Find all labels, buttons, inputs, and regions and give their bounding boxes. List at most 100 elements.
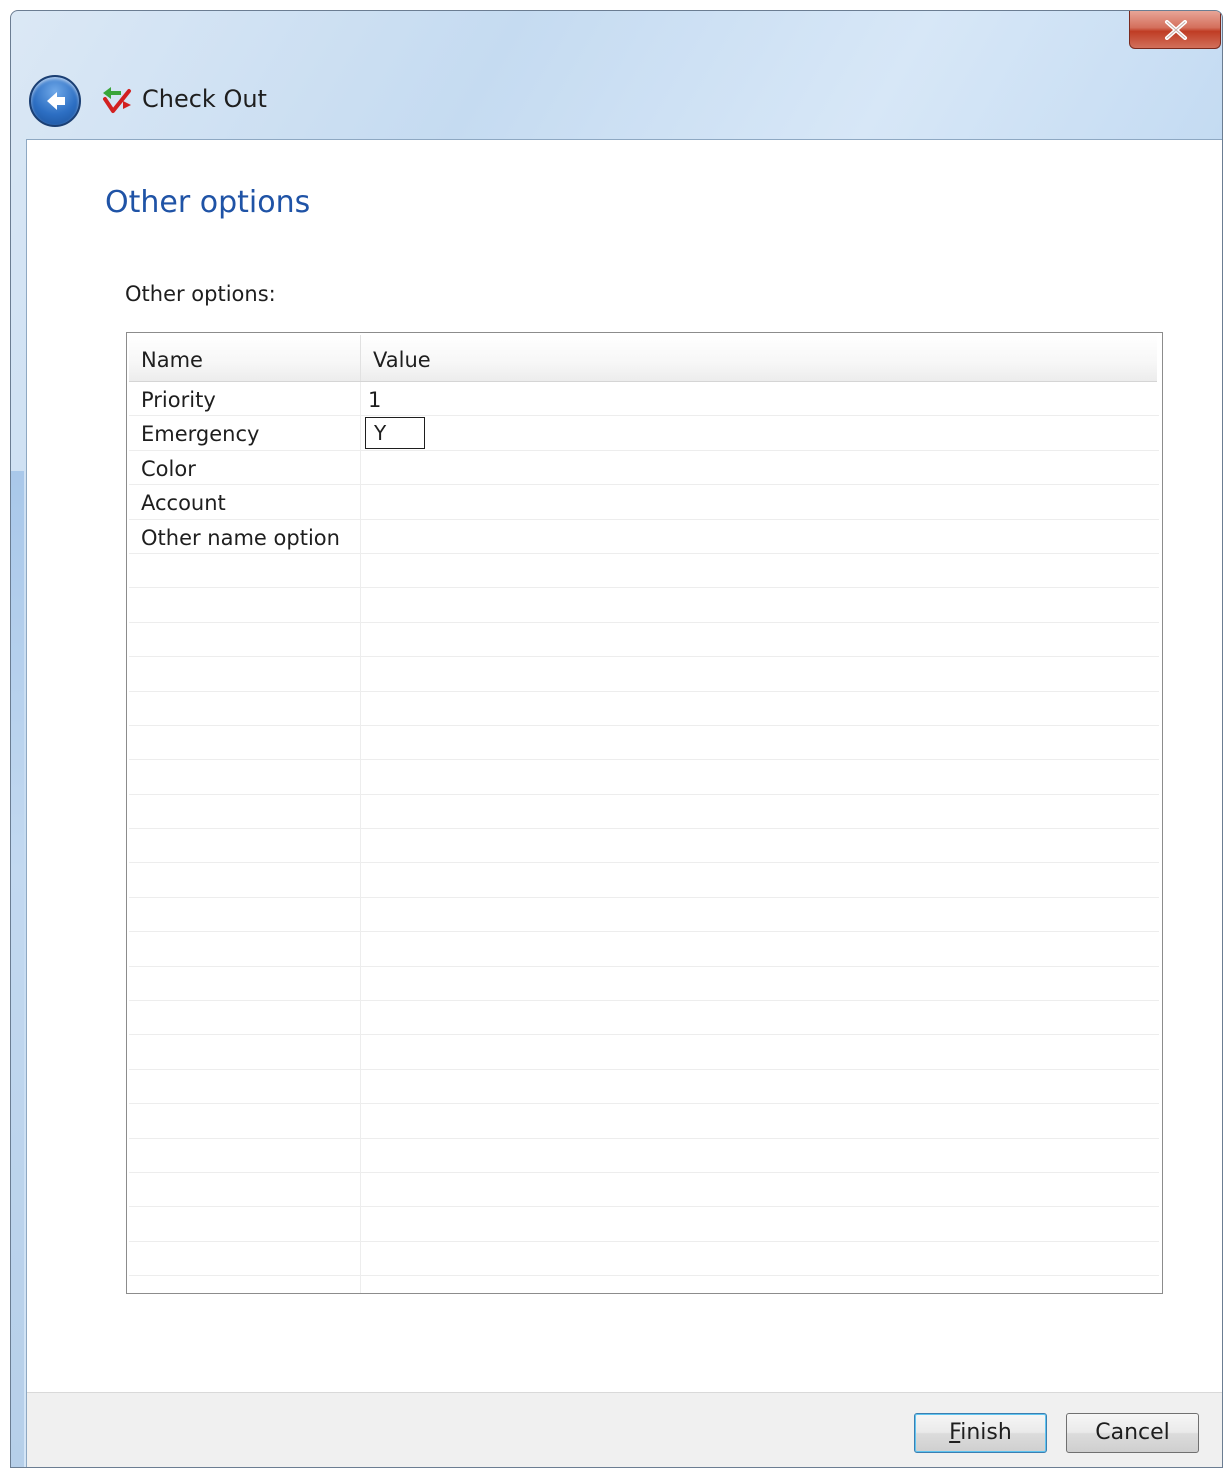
- wizard-content: Other options Other options: Name Value …: [26, 139, 1222, 1467]
- empty-name-cell: [129, 1276, 361, 1293]
- empty-grid-row: [129, 1104, 1159, 1139]
- empty-name-cell: [129, 622, 361, 657]
- empty-name-cell: [129, 1069, 361, 1104]
- empty-grid-row: [129, 1241, 1159, 1277]
- window-title: Check Out: [142, 85, 267, 113]
- empty-grid-row: [129, 622, 1159, 658]
- empty-grid-row: [129, 1035, 1159, 1070]
- empty-name-cell: [129, 1104, 361, 1138]
- options-grid: Name Value Priority 1 Emergency Color: [126, 332, 1163, 1294]
- finish-button[interactable]: Finish: [914, 1413, 1047, 1453]
- empty-value-cell: [361, 1173, 1159, 1206]
- grid-row-color[interactable]: Color: [129, 450, 1159, 486]
- empty-value-cell: [361, 1276, 1159, 1293]
- empty-value-cell: [361, 898, 1159, 931]
- wizard-footer: Finish Cancel: [27, 1392, 1222, 1467]
- grid-rows: Priority 1 Emergency Color Account: [129, 382, 1159, 1293]
- empty-grid-row: [129, 932, 1159, 967]
- grid-header: Name Value: [129, 335, 1157, 382]
- empty-name-cell: [129, 932, 361, 966]
- empty-name-cell: [129, 760, 361, 794]
- empty-name-cell: [129, 1172, 361, 1207]
- empty-name-cell: [129, 1001, 361, 1035]
- empty-grid-row: [129, 1001, 1159, 1036]
- close-button[interactable]: [1129, 11, 1221, 49]
- back-button[interactable]: [29, 75, 81, 127]
- grid-row-emergency[interactable]: Emergency: [129, 416, 1159, 451]
- cancel-button[interactable]: Cancel: [1066, 1413, 1199, 1453]
- grid-row-other-name-option[interactable]: Other name option: [129, 519, 1159, 554]
- empty-name-cell: [129, 553, 361, 588]
- empty-grid-row: [129, 657, 1159, 692]
- grid-row-priority[interactable]: Priority 1: [129, 382, 1159, 417]
- empty-grid-row: [129, 1207, 1159, 1242]
- empty-grid-row: [129, 725, 1159, 761]
- check-out-window: Check Out Other options Other options: N…: [10, 10, 1223, 1468]
- empty-name-cell: [129, 966, 361, 1001]
- grid-row-account[interactable]: Account: [129, 485, 1159, 520]
- empty-value-cell: [361, 657, 1159, 690]
- option-value-cell[interactable]: [361, 416, 1159, 450]
- empty-value-cell: [361, 795, 1159, 828]
- empty-grid-row: [129, 966, 1159, 1002]
- empty-value-cell: [361, 863, 1159, 896]
- empty-name-cell: [129, 657, 361, 691]
- empty-value-cell: [361, 692, 1159, 725]
- empty-value-cell: [361, 1242, 1159, 1275]
- column-header-value[interactable]: Value: [361, 335, 1157, 381]
- empty-grid-row: [129, 1069, 1159, 1105]
- empty-name-cell: [129, 863, 361, 897]
- close-icon: [1165, 20, 1187, 40]
- empty-grid-row: [129, 829, 1159, 864]
- empty-grid-row: [129, 794, 1159, 830]
- empty-grid-row: [129, 897, 1159, 933]
- finish-mnemonic: F: [949, 1420, 961, 1445]
- option-name-cell: Account: [129, 485, 361, 519]
- empty-value-cell: [361, 829, 1159, 862]
- empty-value-cell: [361, 967, 1159, 1000]
- empty-value-cell: [361, 554, 1159, 587]
- empty-value-cell: [361, 1207, 1159, 1240]
- empty-name-cell: [129, 691, 361, 725]
- option-name-cell: Emergency: [129, 416, 361, 450]
- empty-name-cell: [129, 588, 361, 622]
- empty-value-cell: [361, 1035, 1159, 1068]
- empty-grid-row: [129, 863, 1159, 898]
- emergency-value-input[interactable]: [365, 417, 425, 450]
- empty-name-cell: [129, 1138, 361, 1172]
- finish-label: inish: [960, 1420, 1012, 1445]
- option-value-cell[interactable]: [361, 520, 1159, 553]
- window-frame-strip: [11, 471, 24, 1467]
- empty-value-cell: [361, 1001, 1159, 1034]
- empty-name-cell: [129, 1241, 361, 1276]
- empty-value-cell: [361, 1104, 1159, 1137]
- empty-grid-row: [129, 588, 1159, 623]
- column-header-name[interactable]: Name: [129, 335, 361, 381]
- empty-rows: [129, 553, 1159, 1293]
- empty-name-cell: [129, 829, 361, 863]
- section-label: Other options:: [125, 282, 276, 306]
- option-value-cell[interactable]: 1: [361, 382, 1159, 415]
- checkout-arrows-icon: [99, 85, 135, 119]
- empty-grid-row: [129, 1138, 1159, 1173]
- empty-grid-row: [129, 691, 1159, 726]
- option-value-cell[interactable]: [361, 485, 1159, 518]
- option-value-cell[interactable]: [361, 451, 1159, 484]
- empty-name-cell: [129, 1207, 361, 1241]
- empty-name-cell: [129, 794, 361, 829]
- empty-value-cell: [361, 1070, 1159, 1103]
- empty-name-cell: [129, 725, 361, 760]
- empty-name-cell: [129, 897, 361, 932]
- empty-value-cell: [361, 1139, 1159, 1172]
- empty-name-cell: [129, 1035, 361, 1069]
- empty-value-cell: [361, 623, 1159, 656]
- empty-value-cell: [361, 760, 1159, 793]
- page-title: Other options: [105, 185, 311, 220]
- empty-value-cell: [361, 932, 1159, 965]
- option-name-cell: Other name option: [129, 519, 361, 553]
- back-arrow-icon: [47, 92, 65, 110]
- empty-grid-row: [129, 760, 1159, 795]
- empty-value-cell: [361, 588, 1159, 621]
- empty-grid-row: [129, 553, 1159, 589]
- empty-grid-row: [129, 1276, 1159, 1293]
